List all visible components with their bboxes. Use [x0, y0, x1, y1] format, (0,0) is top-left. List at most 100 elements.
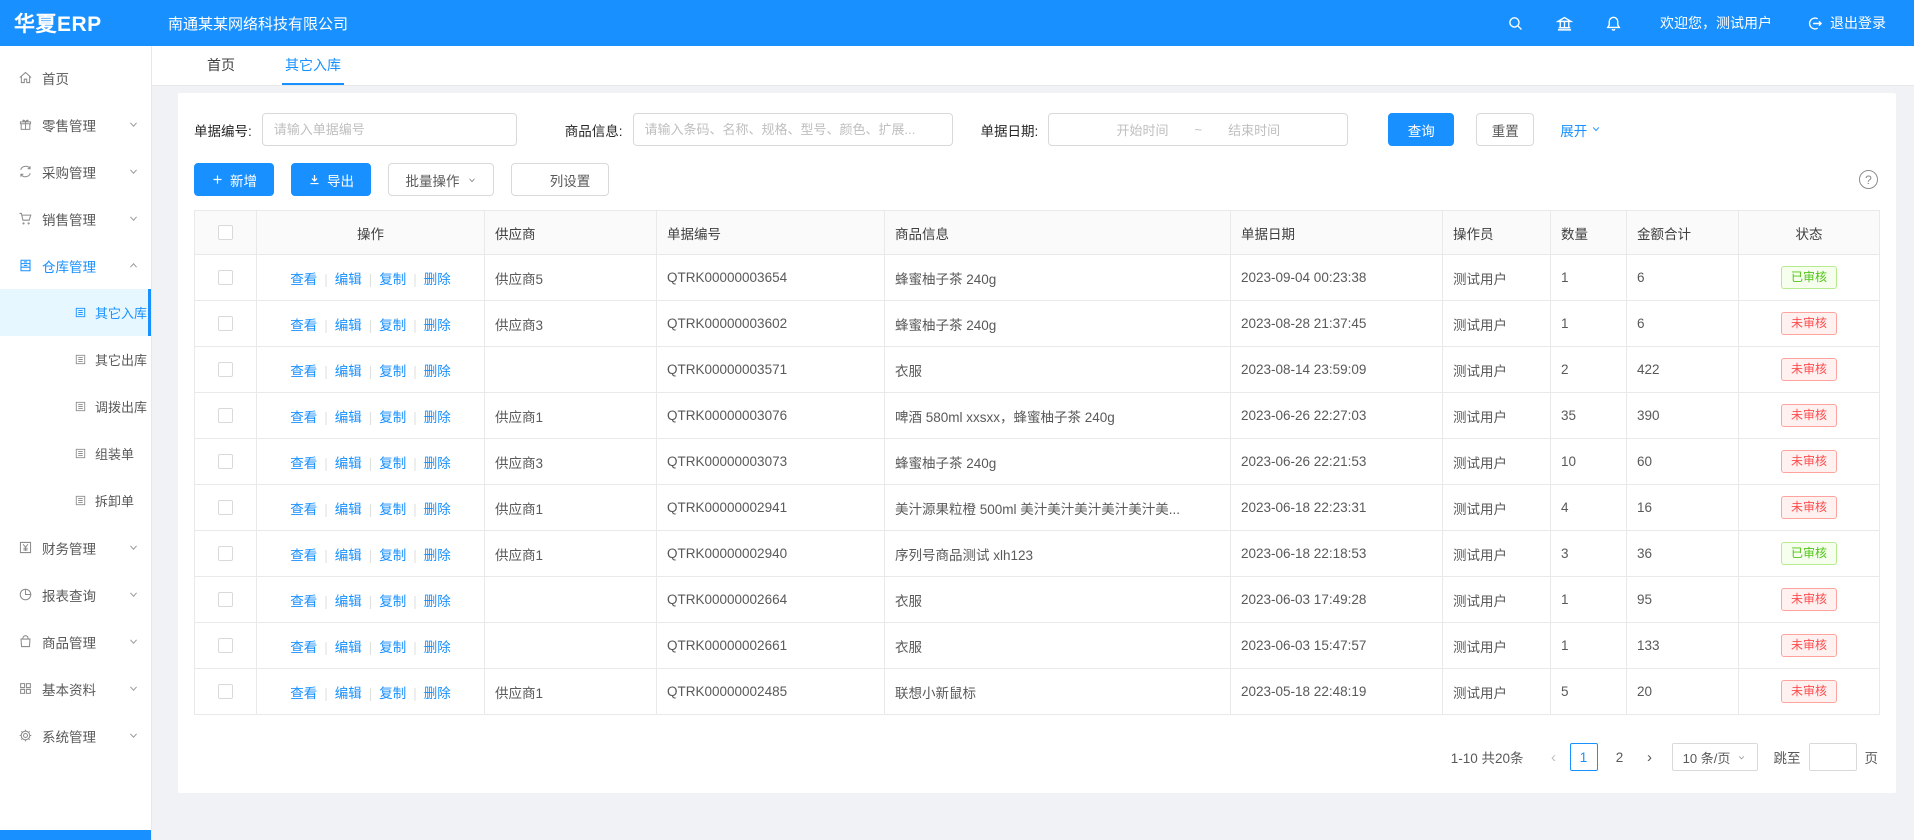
- action-link-0[interactable]: 查看: [290, 502, 317, 517]
- query-button[interactable]: 查询: [1388, 113, 1454, 146]
- action-link-3[interactable]: 删除: [424, 456, 451, 471]
- sidebar-item-home[interactable]: 首页: [0, 54, 151, 101]
- action-link-3[interactable]: 删除: [424, 594, 451, 609]
- row-checkbox[interactable]: [218, 408, 233, 423]
- search-icon[interactable]: [1507, 15, 1524, 32]
- sidebar-item-purchase[interactable]: 采购管理: [0, 148, 151, 195]
- select-all-checkbox[interactable]: [218, 225, 233, 240]
- jump-page-input[interactable]: [1809, 743, 1857, 771]
- row-checkbox[interactable]: [218, 684, 233, 699]
- action-link-2[interactable]: 复制: [379, 502, 406, 517]
- sidebar-item-finance[interactable]: 财务管理: [0, 524, 151, 571]
- help-icon[interactable]: ?: [1859, 170, 1878, 189]
- action-link-0[interactable]: 查看: [290, 686, 317, 701]
- action-link-0[interactable]: 查看: [290, 640, 317, 655]
- action-link-2[interactable]: 复制: [379, 364, 406, 379]
- action-separator: |: [324, 318, 328, 333]
- add-button[interactable]: 新增: [194, 163, 274, 196]
- cell-supplier: 供应商1: [485, 485, 657, 531]
- action-link-0[interactable]: 查看: [290, 594, 317, 609]
- action-link-1[interactable]: 编辑: [335, 640, 362, 655]
- row-checkbox[interactable]: [218, 362, 233, 377]
- row-checkbox[interactable]: [218, 316, 233, 331]
- column-settings-button[interactable]: 列设置: [511, 163, 609, 196]
- action-link-3[interactable]: 删除: [424, 272, 451, 287]
- action-link-3[interactable]: 删除: [424, 548, 451, 563]
- sidebar-item-other-in[interactable]: 其它入库: [0, 289, 151, 336]
- action-link-1[interactable]: 编辑: [335, 686, 362, 701]
- bill-no-input[interactable]: [262, 113, 517, 146]
- action-link-2[interactable]: 复制: [379, 318, 406, 333]
- sidebar-item-warehouse[interactable]: 仓库管理: [0, 242, 151, 289]
- action-link-0[interactable]: 查看: [290, 364, 317, 379]
- action-link-3[interactable]: 删除: [424, 318, 451, 333]
- action-link-3[interactable]: 删除: [424, 364, 451, 379]
- sidebar-item-other-out[interactable]: 其它出库: [0, 336, 151, 383]
- page-button-2[interactable]: 2: [1606, 743, 1634, 771]
- row-checkbox[interactable]: [218, 500, 233, 515]
- reset-button[interactable]: 重置: [1476, 113, 1534, 146]
- action-link-1[interactable]: 编辑: [335, 456, 362, 471]
- sidebar-item-system[interactable]: 系统管理: [0, 712, 151, 759]
- action-link-2[interactable]: 复制: [379, 640, 406, 655]
- batch-actions-button[interactable]: 批量操作: [388, 163, 494, 196]
- row-checkbox[interactable]: [218, 546, 233, 561]
- action-link-3[interactable]: 删除: [424, 640, 451, 655]
- action-separator: |: [324, 594, 328, 609]
- action-link-2[interactable]: 复制: [379, 456, 406, 471]
- date-range-input[interactable]: 开始时间 ~ 结束时间: [1048, 113, 1348, 146]
- action-link-3[interactable]: 删除: [424, 686, 451, 701]
- bell-icon[interactable]: [1605, 15, 1622, 32]
- action-link-3[interactable]: 删除: [424, 502, 451, 517]
- logout-button[interactable]: 退出登录: [1806, 13, 1886, 33]
- action-link-1[interactable]: 编辑: [335, 594, 362, 609]
- sidebar-item-retail[interactable]: 零售管理: [0, 101, 151, 148]
- page-button-1[interactable]: 1: [1570, 743, 1598, 771]
- tab-other-inbound[interactable]: 其它入库: [282, 46, 344, 85]
- action-link-1[interactable]: 编辑: [335, 410, 362, 425]
- page-size-select[interactable]: 10 条/页: [1672, 743, 1758, 771]
- action-link-2[interactable]: 复制: [379, 594, 406, 609]
- action-link-1[interactable]: 编辑: [335, 364, 362, 379]
- action-link-0[interactable]: 查看: [290, 548, 317, 563]
- prev-page-button[interactable]: ‹: [1542, 743, 1566, 771]
- action-link-2[interactable]: 复制: [379, 548, 406, 563]
- product-info-input[interactable]: [633, 113, 953, 146]
- sidebar-item-goods[interactable]: 商品管理: [0, 618, 151, 665]
- action-link-0[interactable]: 查看: [290, 456, 317, 471]
- action-link-2[interactable]: 复制: [379, 272, 406, 287]
- row-checkbox[interactable]: [218, 638, 233, 653]
- bank-icon[interactable]: [1556, 15, 1573, 32]
- action-link-3[interactable]: 删除: [424, 410, 451, 425]
- row-checkbox[interactable]: [218, 270, 233, 285]
- action-link-1[interactable]: 编辑: [335, 272, 362, 287]
- action-link-1[interactable]: 编辑: [335, 502, 362, 517]
- row-checkbox[interactable]: [218, 454, 233, 469]
- jump-suffix: 页: [1865, 747, 1879, 767]
- status-badge: 未审核: [1781, 404, 1837, 427]
- action-link-0[interactable]: 查看: [290, 272, 317, 287]
- expand-link[interactable]: 展开: [1560, 120, 1601, 140]
- sidebar-item-assembly[interactable]: 组装单: [0, 430, 151, 477]
- sidebar-item-disassembly[interactable]: 拆卸单: [0, 477, 151, 524]
- sidebar-item-transfer-out[interactable]: 调拨出库: [0, 383, 151, 430]
- sidebar-item-sales[interactable]: 销售管理: [0, 195, 151, 242]
- system-icon: [18, 728, 33, 743]
- sidebar-item-report[interactable]: 报表查询: [0, 571, 151, 618]
- tab-home[interactable]: 首页: [204, 46, 238, 85]
- row-checkbox[interactable]: [218, 592, 233, 607]
- action-link-1[interactable]: 编辑: [335, 318, 362, 333]
- action-link-2[interactable]: 复制: [379, 686, 406, 701]
- action-link-0[interactable]: 查看: [290, 410, 317, 425]
- cell-amount: 390: [1627, 393, 1739, 439]
- cell-supplier: 供应商1: [485, 393, 657, 439]
- action-link-1[interactable]: 编辑: [335, 548, 362, 563]
- export-button[interactable]: 导出: [291, 163, 371, 196]
- action-link-2[interactable]: 复制: [379, 410, 406, 425]
- sidebar-item-basic[interactable]: 基本资料: [0, 665, 151, 712]
- doc-icon: [74, 447, 87, 460]
- cell-date: 2023-06-03 15:47:57: [1231, 623, 1443, 669]
- action-link-0[interactable]: 查看: [290, 318, 317, 333]
- cell-operator: 测试用户: [1443, 577, 1551, 623]
- next-page-button[interactable]: ›: [1638, 743, 1662, 771]
